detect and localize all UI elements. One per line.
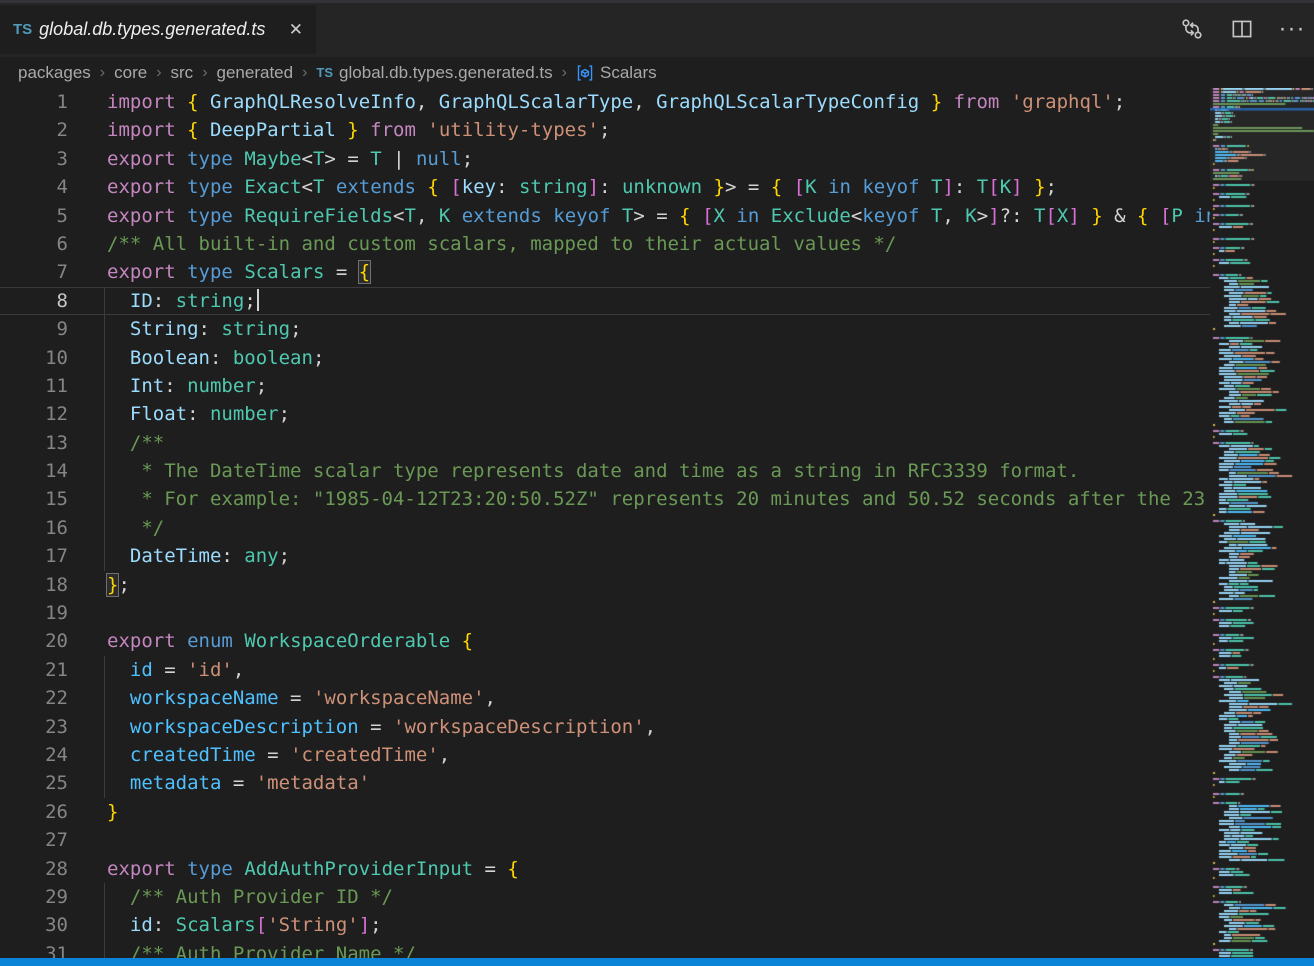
code-line[interactable]: 24 createdTime = 'createdTime', bbox=[0, 741, 1210, 769]
line-number[interactable]: 15 bbox=[0, 485, 68, 513]
split-editor-icon[interactable] bbox=[1230, 17, 1254, 41]
code-line[interactable]: 28export type AddAuthProviderInput = { bbox=[0, 855, 1210, 883]
code-line[interactable]: 4export type Exact<T extends { [key: str… bbox=[0, 173, 1210, 201]
line-number[interactable]: 24 bbox=[0, 741, 68, 769]
more-actions-icon[interactable]: ··· bbox=[1280, 17, 1304, 41]
line-number[interactable]: 12 bbox=[0, 400, 68, 428]
code-line[interactable]: 1import { GraphQLResolveInfo, GraphQLSca… bbox=[0, 88, 1210, 116]
line-number[interactable]: 26 bbox=[0, 798, 68, 826]
code-line[interactable]: 11 Int: number; bbox=[0, 372, 1210, 400]
line-number[interactable]: 21 bbox=[0, 656, 68, 684]
line-number[interactable]: 9 bbox=[0, 315, 68, 343]
code-line[interactable]: 2import { DeepPartial } from 'utility-ty… bbox=[0, 116, 1210, 144]
line-number[interactable]: 11 bbox=[0, 372, 68, 400]
code-line[interactable]: 20export enum WorkspaceOrderable { bbox=[0, 627, 1210, 655]
code-line[interactable]: 13 /** bbox=[0, 429, 1210, 457]
line-number[interactable]: 19 bbox=[0, 599, 68, 627]
status-bar[interactable] bbox=[0, 958, 1314, 966]
code-line[interactable]: 23 workspaceDescription = 'workspaceDesc… bbox=[0, 713, 1210, 741]
symbol-type-icon bbox=[576, 64, 594, 82]
code-line[interactable]: 22 workspaceName = 'workspaceName', bbox=[0, 684, 1210, 712]
line-number[interactable]: 23 bbox=[0, 713, 68, 741]
code-line[interactable]: 29 /** Auth Provider ID */ bbox=[0, 883, 1210, 911]
code-line[interactable]: 27 bbox=[0, 826, 1210, 854]
line-number[interactable]: 3 bbox=[0, 145, 68, 173]
code-editor: 1import { GraphQLResolveInfo, GraphQLSca… bbox=[0, 88, 1210, 966]
line-number[interactable]: 28 bbox=[0, 855, 68, 883]
code-line[interactable]: 14 * The DateTime scalar type represents… bbox=[0, 457, 1210, 485]
code-line[interactable]: 15 * For example: "1985-04-12T23:20:50.5… bbox=[0, 485, 1210, 513]
code-line[interactable]: 9 String: string; bbox=[0, 315, 1210, 343]
code-line[interactable]: 18}; bbox=[0, 571, 1210, 599]
line-number[interactable]: 6 bbox=[0, 230, 68, 258]
code-line[interactable]: 16 */ bbox=[0, 514, 1210, 542]
line-number[interactable]: 14 bbox=[0, 457, 68, 485]
code-line[interactable]: 26} bbox=[0, 798, 1210, 826]
line-number[interactable]: 8 bbox=[0, 288, 68, 314]
breadcrumb-item-src[interactable]: src bbox=[171, 63, 194, 83]
breadcrumb: packages › core › src › generated › TS g… bbox=[0, 57, 1314, 88]
line-number[interactable]: 2 bbox=[0, 116, 68, 144]
line-number[interactable]: 29 bbox=[0, 883, 68, 911]
line-number[interactable]: 30 bbox=[0, 911, 68, 939]
breadcrumb-item-core[interactable]: core bbox=[114, 63, 147, 83]
code-area: 1import { GraphQLResolveInfo, GraphQLSca… bbox=[0, 88, 1210, 966]
line-number[interactable]: 27 bbox=[0, 826, 68, 854]
line-number[interactable]: 13 bbox=[0, 429, 68, 457]
breadcrumb-separator: › bbox=[100, 64, 105, 82]
typescript-file-icon: TS bbox=[13, 21, 32, 38]
code-line[interactable]: 30 id: Scalars['String']; bbox=[0, 911, 1210, 939]
code-line[interactable]: 7export type Scalars = { bbox=[0, 258, 1210, 286]
line-number[interactable]: 17 bbox=[0, 542, 68, 570]
line-number[interactable]: 20 bbox=[0, 627, 68, 655]
breadcrumb-separator: › bbox=[302, 64, 307, 82]
line-number[interactable]: 10 bbox=[0, 344, 68, 372]
tab-global-db-types-generated[interactable]: TS global.db.types.generated.ts ✕ bbox=[0, 5, 316, 54]
line-number[interactable]: 18 bbox=[0, 571, 68, 599]
editor-actions: ··· bbox=[1180, 17, 1304, 41]
code-line[interactable]: 6/** All built-in and custom scalars, ma… bbox=[0, 230, 1210, 258]
code-line[interactable]: 21 id = 'id', bbox=[0, 656, 1210, 684]
line-number[interactable]: 22 bbox=[0, 684, 68, 712]
open-changes-icon[interactable] bbox=[1180, 17, 1204, 41]
line-number[interactable]: 25 bbox=[0, 769, 68, 797]
code-line[interactable]: 5export type RequireFields<T, K extends … bbox=[0, 202, 1210, 230]
text-cursor bbox=[257, 289, 259, 311]
breadcrumb-item-symbol[interactable]: Scalars bbox=[600, 63, 657, 83]
typescript-file-icon: TS bbox=[316, 65, 333, 80]
tab-bar: TS global.db.types.generated.ts ✕ bbox=[0, 0, 1314, 57]
tab-title: global.db.types.generated.ts bbox=[39, 19, 278, 40]
code-line[interactable]: 8 ID: string; bbox=[0, 287, 1210, 315]
breadcrumb-separator: › bbox=[562, 64, 567, 82]
line-number[interactable]: 1 bbox=[0, 88, 68, 116]
breadcrumb-separator: › bbox=[156, 64, 161, 82]
breadcrumb-separator: › bbox=[202, 64, 207, 82]
close-tab-icon[interactable]: ✕ bbox=[286, 19, 306, 41]
line-number[interactable]: 5 bbox=[0, 202, 68, 230]
code-line[interactable]: 10 Boolean: boolean; bbox=[0, 344, 1210, 372]
breadcrumb-item-packages[interactable]: packages bbox=[18, 63, 91, 83]
code-line[interactable]: 19 bbox=[0, 599, 1210, 627]
code-line[interactable]: 12 Float: number; bbox=[0, 400, 1210, 428]
line-number[interactable]: 4 bbox=[0, 173, 68, 201]
vscode-window: TS global.db.types.generated.ts ✕ bbox=[0, 0, 1314, 966]
line-number[interactable]: 16 bbox=[0, 514, 68, 542]
code-line[interactable]: 3export type Maybe<T> = T | null; bbox=[0, 145, 1210, 173]
code-line[interactable]: 25 metadata = 'metadata' bbox=[0, 769, 1210, 797]
minimap[interactable] bbox=[1210, 88, 1314, 958]
line-number[interactable]: 7 bbox=[0, 258, 68, 286]
breadcrumb-item-file[interactable]: global.db.types.generated.ts bbox=[339, 63, 553, 83]
breadcrumb-item-generated[interactable]: generated bbox=[217, 63, 294, 83]
code-line[interactable]: 17 DateTime: any; bbox=[0, 542, 1210, 570]
